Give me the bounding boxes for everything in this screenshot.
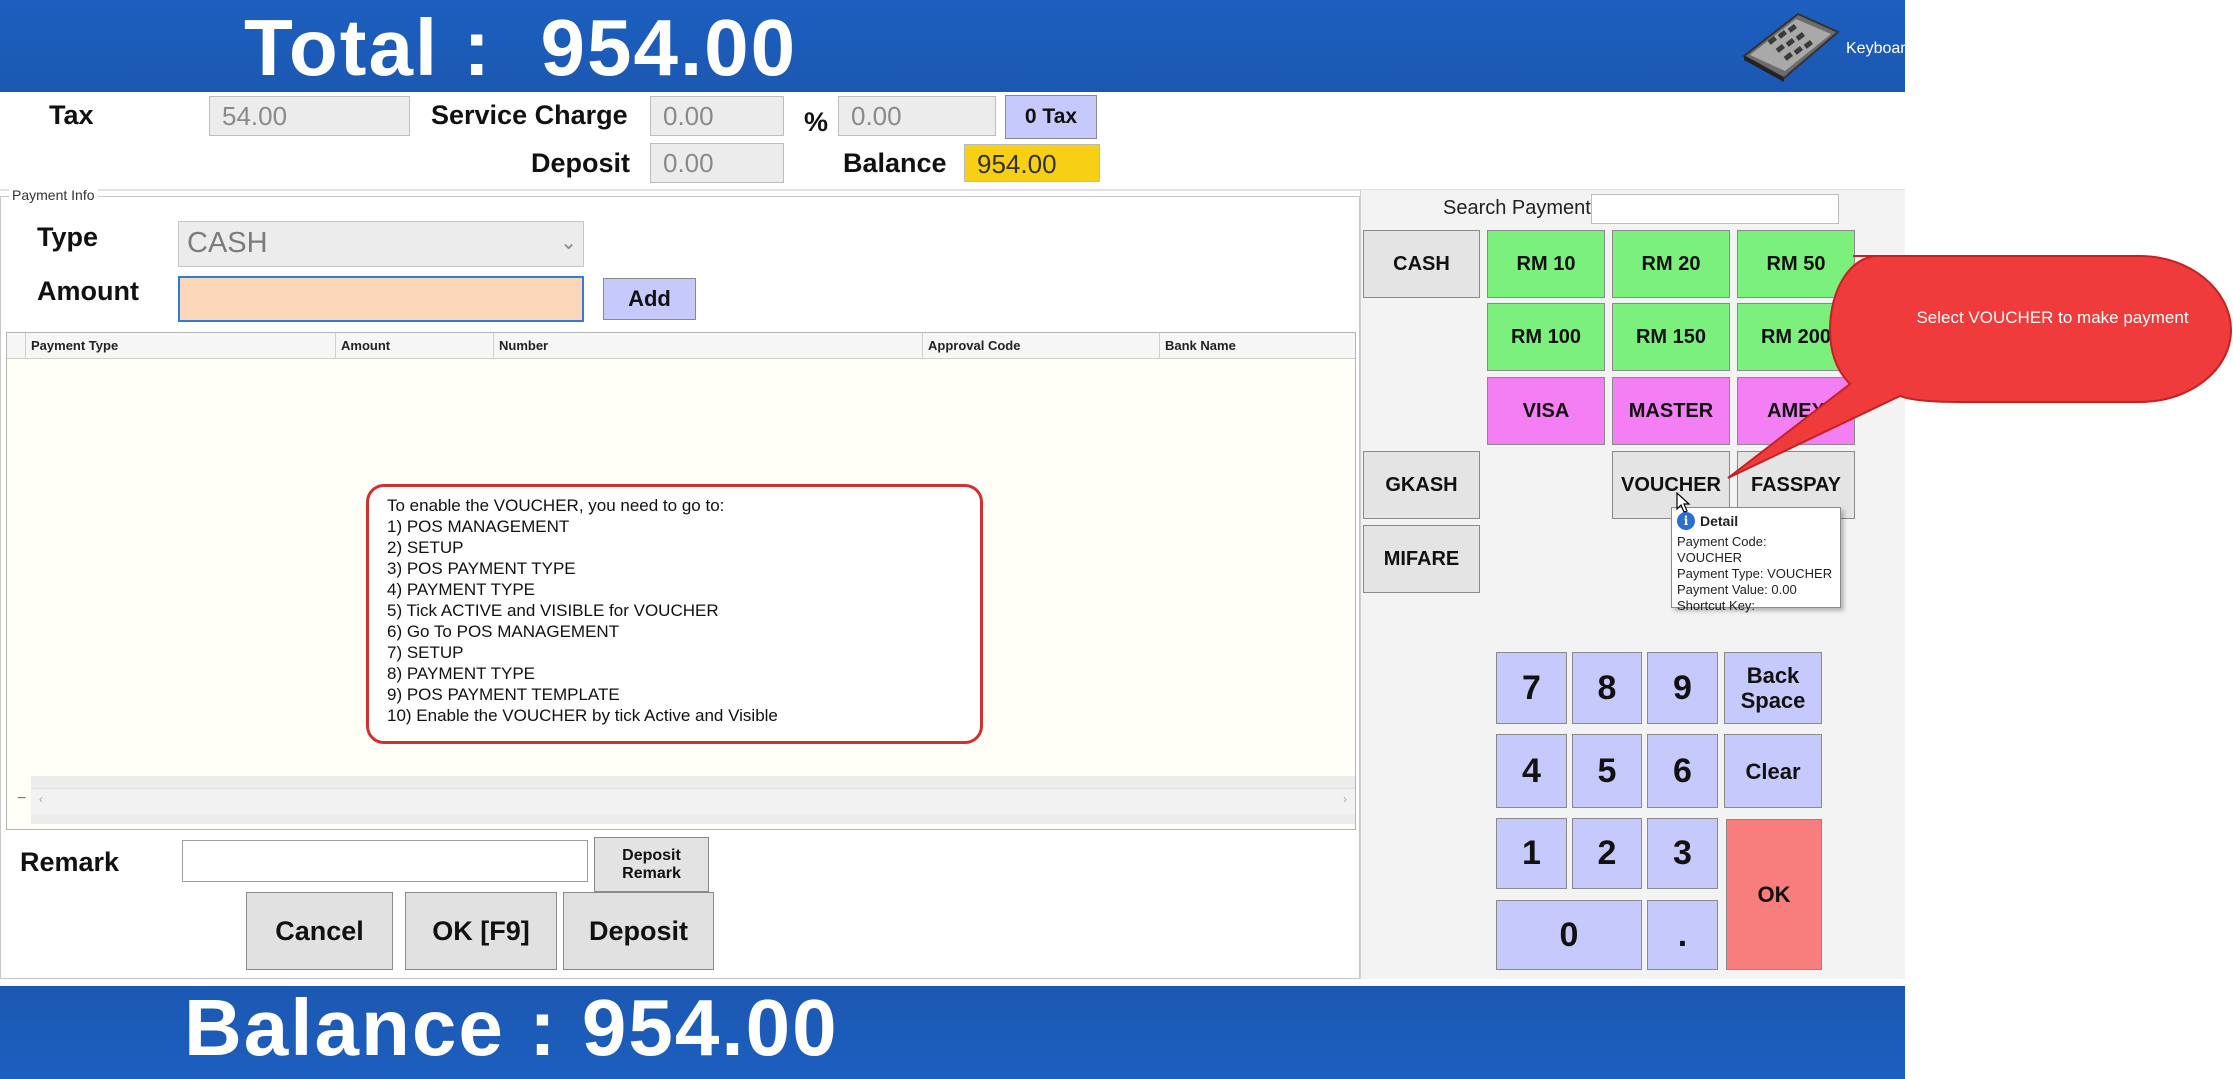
col-approval-code[interactable]: Approval Code bbox=[928, 338, 1020, 353]
note-line: To enable the VOUCHER, you need to go to… bbox=[387, 496, 725, 515]
key-4[interactable]: 4 bbox=[1496, 734, 1567, 808]
note-line: 10) Enable the VOUCHER by tick Active an… bbox=[387, 706, 778, 725]
visa-button[interactable]: VISA bbox=[1487, 377, 1605, 445]
add-button[interactable]: Add bbox=[603, 278, 696, 320]
keyboard-label[interactable]: Keyboard bbox=[1846, 40, 1915, 58]
key-7[interactable]: 7 bbox=[1496, 652, 1567, 724]
key-9[interactable]: 9 bbox=[1647, 652, 1718, 724]
gkash-button[interactable]: GKASH bbox=[1363, 451, 1480, 519]
service-charge-label: Service Charge bbox=[431, 100, 628, 130]
callout-text: Select VOUCHER to make payment bbox=[1916, 308, 2189, 327]
col-payment-type[interactable]: Payment Type bbox=[31, 338, 118, 353]
mifare-button[interactable]: MIFARE bbox=[1363, 525, 1480, 593]
total-display: Total : 954.00 bbox=[244, 3, 798, 92]
tooltip-payment-type: Payment Type: VOUCHER bbox=[1677, 566, 1833, 581]
payment-info-title: Payment Info bbox=[9, 187, 98, 203]
payment-type-value: CASH bbox=[187, 227, 268, 259]
collapse-icon[interactable]: − bbox=[17, 790, 26, 808]
type-label: Type bbox=[37, 222, 99, 252]
key-5[interactable]: 5 bbox=[1572, 734, 1642, 808]
balance-banner: Balance : 954.00 bbox=[0, 983, 1905, 1079]
instruction-note: To enable the VOUCHER, you need to go to… bbox=[366, 484, 983, 744]
amount-input[interactable] bbox=[178, 276, 584, 322]
deposit-label: Deposit bbox=[531, 148, 631, 178]
info-icon: i bbox=[1677, 512, 1695, 530]
payment-type-select[interactable]: CASH ⌄ bbox=[178, 221, 584, 267]
horizontal-scrollbar[interactable]: ‹ › bbox=[31, 776, 1355, 824]
scrollbar-track[interactable] bbox=[31, 788, 1355, 814]
tooltip-header: i Detail bbox=[1677, 512, 1835, 530]
key-0[interactable]: 0 bbox=[1496, 900, 1642, 970]
rm10-button[interactable]: RM 10 bbox=[1487, 230, 1605, 298]
chevron-down-icon[interactable]: ⌄ bbox=[560, 230, 577, 255]
note-line: 3) POS PAYMENT TYPE bbox=[387, 559, 576, 578]
tooltip-title: Detail bbox=[1700, 513, 1739, 529]
tax-label: Tax bbox=[49, 100, 94, 130]
percent-label: % bbox=[804, 107, 829, 137]
note-line: 2) SETUP bbox=[387, 538, 464, 557]
service-charge-field[interactable]: 0.00 bbox=[650, 96, 784, 136]
voucher-detail-tooltip: i Detail Payment Code: VOUCHER Payment T… bbox=[1671, 507, 1841, 613]
key-2[interactable]: 2 bbox=[1572, 818, 1642, 889]
rm100-button[interactable]: RM 100 bbox=[1487, 303, 1605, 371]
deposit-remark-button[interactable]: Deposit Remark bbox=[594, 837, 709, 892]
amount-label: Amount bbox=[37, 276, 139, 306]
grid-header: Payment Type Amount Number Approval Code… bbox=[7, 333, 1355, 359]
clear-button[interactable]: Clear bbox=[1724, 734, 1822, 808]
note-line: 4) PAYMENT TYPE bbox=[387, 580, 536, 599]
mouse-cursor-icon bbox=[1676, 492, 1691, 513]
tooltip-payment-code: Payment Code: VOUCHER bbox=[1677, 534, 1767, 565]
key-1[interactable]: 1 bbox=[1496, 818, 1567, 889]
ok-f9-button[interactable]: OK [F9] bbox=[405, 892, 557, 970]
col-number[interactable]: Number bbox=[499, 338, 548, 353]
balance-field: 954.00 bbox=[964, 144, 1100, 182]
balance-display: Balance : 954.00 bbox=[184, 983, 839, 1072]
deposit-field[interactable]: 0.00 bbox=[650, 143, 784, 183]
backspace-button[interactable]: Back Space bbox=[1724, 652, 1822, 724]
zero-tax-button[interactable]: 0 Tax bbox=[1005, 95, 1097, 139]
cancel-button[interactable]: Cancel bbox=[246, 892, 393, 970]
note-line: 7) SETUP bbox=[387, 643, 464, 662]
note-line: 6) Go To POS MANAGEMENT bbox=[387, 622, 620, 641]
scroll-right-icon[interactable]: › bbox=[1343, 792, 1347, 806]
remark-label: Remark bbox=[20, 847, 120, 877]
note-line: 9) POS PAYMENT TEMPLATE bbox=[387, 685, 620, 704]
col-amount[interactable]: Amount bbox=[341, 338, 390, 353]
percent-field[interactable]: 0.00 bbox=[838, 96, 996, 136]
cash-button[interactable]: CASH bbox=[1363, 230, 1480, 298]
total-banner: Total : 954.00 Keyboard bbox=[0, 0, 1915, 92]
remark-input[interactable] bbox=[182, 840, 588, 882]
scroll-left-icon[interactable]: ‹ bbox=[39, 792, 43, 806]
note-line: 5) Tick ACTIVE and VISIBLE for VOUCHER bbox=[387, 601, 719, 620]
key-3[interactable]: 3 bbox=[1647, 818, 1718, 889]
keyboard-icon[interactable] bbox=[1738, 8, 1842, 84]
note-line: 1) POS MANAGEMENT bbox=[387, 517, 570, 536]
tooltip-payment-value: Payment Value: 0.00 bbox=[1677, 582, 1797, 597]
key-8[interactable]: 8 bbox=[1572, 652, 1642, 724]
balance-label: Balance bbox=[843, 148, 947, 178]
ok-button[interactable]: OK bbox=[1726, 819, 1822, 970]
payment-window: Total : 954.00 Keyboard Tax 54.00 Servic… bbox=[0, 0, 2233, 1079]
deposit-button[interactable]: Deposit bbox=[563, 892, 714, 970]
tooltip-shortcut-key: Shortcut Key: bbox=[1677, 598, 1756, 613]
col-bank-name[interactable]: Bank Name bbox=[1165, 338, 1236, 353]
note-line: 8) PAYMENT TYPE bbox=[387, 664, 536, 683]
search-payment-input[interactable] bbox=[1591, 194, 1839, 224]
callout-bubble bbox=[1727, 255, 2233, 479]
tax-field[interactable]: 54.00 bbox=[209, 96, 410, 136]
key-dot[interactable]: . bbox=[1647, 900, 1718, 970]
key-6[interactable]: 6 bbox=[1647, 734, 1718, 808]
search-payment-label: Search Payment bbox=[1443, 197, 1591, 219]
